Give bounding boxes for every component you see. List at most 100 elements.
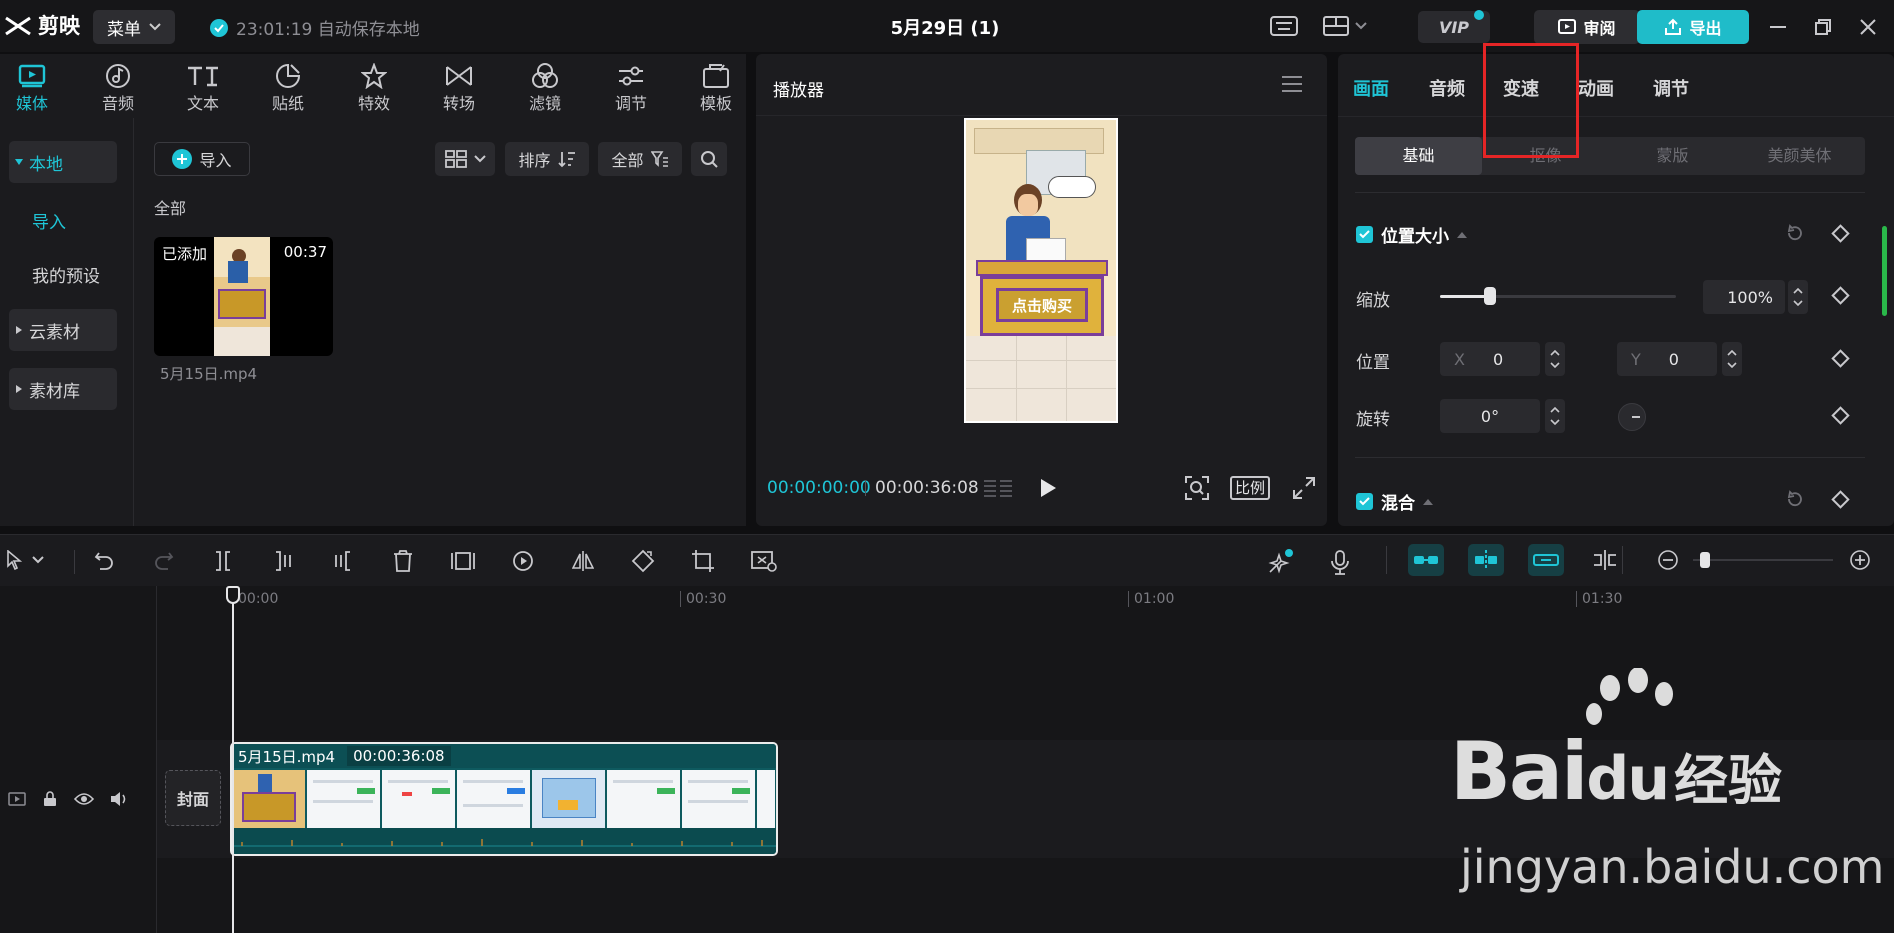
redo-icon[interactable]	[154, 551, 174, 571]
split-icon[interactable]	[213, 550, 233, 572]
select-tool[interactable]	[6, 550, 44, 570]
auto-snap-button[interactable]	[1468, 544, 1504, 576]
playhead[interactable]	[232, 586, 234, 933]
export-label: 导出	[1689, 19, 1722, 38]
scale-input[interactable]: 100%	[1703, 280, 1785, 314]
subtab-mask[interactable]: 蒙版	[1609, 137, 1736, 175]
position-y-input[interactable]: Y 0	[1617, 342, 1717, 376]
tab-prop-adjust[interactable]: 调节	[1653, 75, 1689, 101]
rotate-dial[interactable]	[1618, 403, 1646, 431]
zoom-slider-track[interactable]	[1693, 559, 1833, 561]
microphone-icon[interactable]	[1330, 549, 1350, 575]
sidebar-item-local[interactable]: 本地	[9, 141, 117, 183]
reset-icon[interactable]	[1786, 490, 1804, 508]
zoom-out-icon[interactable]	[1658, 550, 1678, 570]
waveform-toggle-icon[interactable]	[983, 478, 1013, 500]
delete-icon[interactable]	[393, 550, 413, 572]
video-preview[interactable]: 点击购买	[964, 118, 1118, 423]
ai-magic-icon[interactable]	[1267, 549, 1293, 575]
checkbox-checked-icon[interactable]	[1356, 493, 1373, 510]
rotate-stepper[interactable]	[1545, 399, 1565, 433]
clip-frame	[307, 770, 381, 828]
tab-effects[interactable]: 特效	[339, 62, 409, 114]
tab-picture[interactable]: 画面	[1353, 75, 1389, 101]
aspect-ratio-button[interactable]: 比例	[1230, 476, 1271, 500]
section-position-size[interactable]: 位置大小	[1356, 222, 1467, 247]
sort-button[interactable]: 排序	[505, 142, 589, 176]
tab-filter[interactable]: 滤镜	[510, 62, 580, 114]
close-icon[interactable]	[1860, 19, 1876, 35]
search-button[interactable]	[691, 142, 727, 176]
sidebar-item-cloud[interactable]: 云素材	[9, 309, 117, 351]
tab-audio[interactable]: 音频	[83, 62, 153, 114]
auto-reframe-icon[interactable]	[751, 550, 777, 572]
view-mode-button[interactable]	[435, 142, 495, 176]
reset-icon[interactable]	[1786, 224, 1804, 242]
sidebar-item-import[interactable]: 导入	[32, 208, 66, 233]
tab-media[interactable]: 媒体	[0, 62, 67, 114]
tab-prop-audio[interactable]: 音频	[1429, 75, 1465, 101]
chevron-down-icon	[1727, 362, 1737, 368]
tab-transition[interactable]: 转场	[424, 62, 494, 114]
import-button[interactable]: 导入	[154, 142, 250, 176]
crop-icon[interactable]	[691, 549, 715, 573]
media-clip-card[interactable]: 已添加 00:37	[154, 237, 333, 356]
scale-label: 缩放	[1356, 291, 1390, 311]
position-x-stepper[interactable]	[1545, 342, 1565, 376]
linkage-button[interactable]	[1528, 544, 1564, 576]
export-button[interactable]: 导出	[1637, 10, 1749, 44]
fullscreen-icon[interactable]	[1293, 477, 1315, 499]
scale-stepper[interactable]	[1788, 280, 1808, 314]
section-blend[interactable]: 混合	[1356, 489, 1433, 514]
sidebar-item-library[interactable]: 素材库	[9, 368, 117, 410]
scale-slider-handle[interactable]	[1483, 287, 1496, 305]
freeze-icon[interactable]	[451, 551, 475, 571]
checkbox-checked-icon[interactable]	[1356, 226, 1373, 243]
minimize-icon[interactable]	[1770, 26, 1786, 28]
subtab-beauty[interactable]: 美颜美体	[1736, 137, 1863, 175]
menu-button[interactable]: 菜单	[93, 10, 175, 44]
reverse-icon[interactable]	[512, 550, 534, 572]
sidebar-item-label: 云素材	[29, 322, 80, 343]
preview-axis-icon[interactable]	[1592, 549, 1618, 571]
undo-icon[interactable]	[94, 551, 114, 571]
tab-animation[interactable]: 动画	[1578, 75, 1614, 101]
main-track-magnet-button[interactable]	[1408, 544, 1444, 576]
fit-screen-icon[interactable]	[1185, 476, 1209, 500]
timeline-video-clip[interactable]: 5月15日.mp4 00:00:36:08	[230, 742, 778, 856]
search-icon	[700, 150, 718, 168]
tab-adjust[interactable]: 调节	[596, 62, 666, 114]
ruler-label: 00:00	[238, 591, 279, 607]
split-left-icon[interactable]	[273, 550, 293, 572]
zoom-in-icon[interactable]	[1850, 550, 1870, 570]
sticker-icon	[253, 62, 323, 90]
properties-panel	[1338, 54, 1894, 526]
mirror-icon[interactable]	[572, 550, 594, 572]
tab-template[interactable]: 模板	[681, 62, 751, 114]
split-right-icon[interactable]	[333, 550, 353, 572]
rotate-icon[interactable]	[631, 549, 655, 573]
hamburger-menu-icon[interactable]	[1282, 76, 1302, 92]
filter-button[interactable]: 全部	[598, 142, 682, 176]
tab-text[interactable]: 文本	[168, 62, 238, 114]
sidebar-item-my-presets[interactable]: 我的预设	[32, 262, 100, 287]
review-button[interactable]: 审阅	[1534, 10, 1640, 44]
restore-icon[interactable]	[1815, 19, 1831, 35]
position-y-stepper[interactable]	[1722, 342, 1742, 376]
shortcut-keyboard-icon[interactable]	[1270, 16, 1298, 36]
toolbar-divider	[1622, 546, 1623, 574]
tab-sticker[interactable]: 贴纸	[253, 62, 323, 114]
toolbar-divider	[74, 550, 75, 574]
scale-slider-track[interactable]	[1440, 295, 1676, 298]
rotate-input[interactable]: 0°	[1440, 399, 1540, 433]
playhead-handle[interactable]	[226, 586, 240, 604]
ruler-label: 01:30	[1582, 591, 1623, 607]
layout-button[interactable]	[1323, 16, 1367, 36]
scrollbar[interactable]	[1882, 226, 1887, 316]
subtab-basic[interactable]: 基础	[1355, 137, 1482, 175]
position-x-input[interactable]: X 0	[1440, 342, 1540, 376]
track-header	[0, 586, 157, 933]
zoom-slider-handle[interactable]	[1700, 552, 1710, 568]
cover-button[interactable]: 封面	[165, 770, 221, 826]
play-icon[interactable]	[1039, 478, 1057, 498]
